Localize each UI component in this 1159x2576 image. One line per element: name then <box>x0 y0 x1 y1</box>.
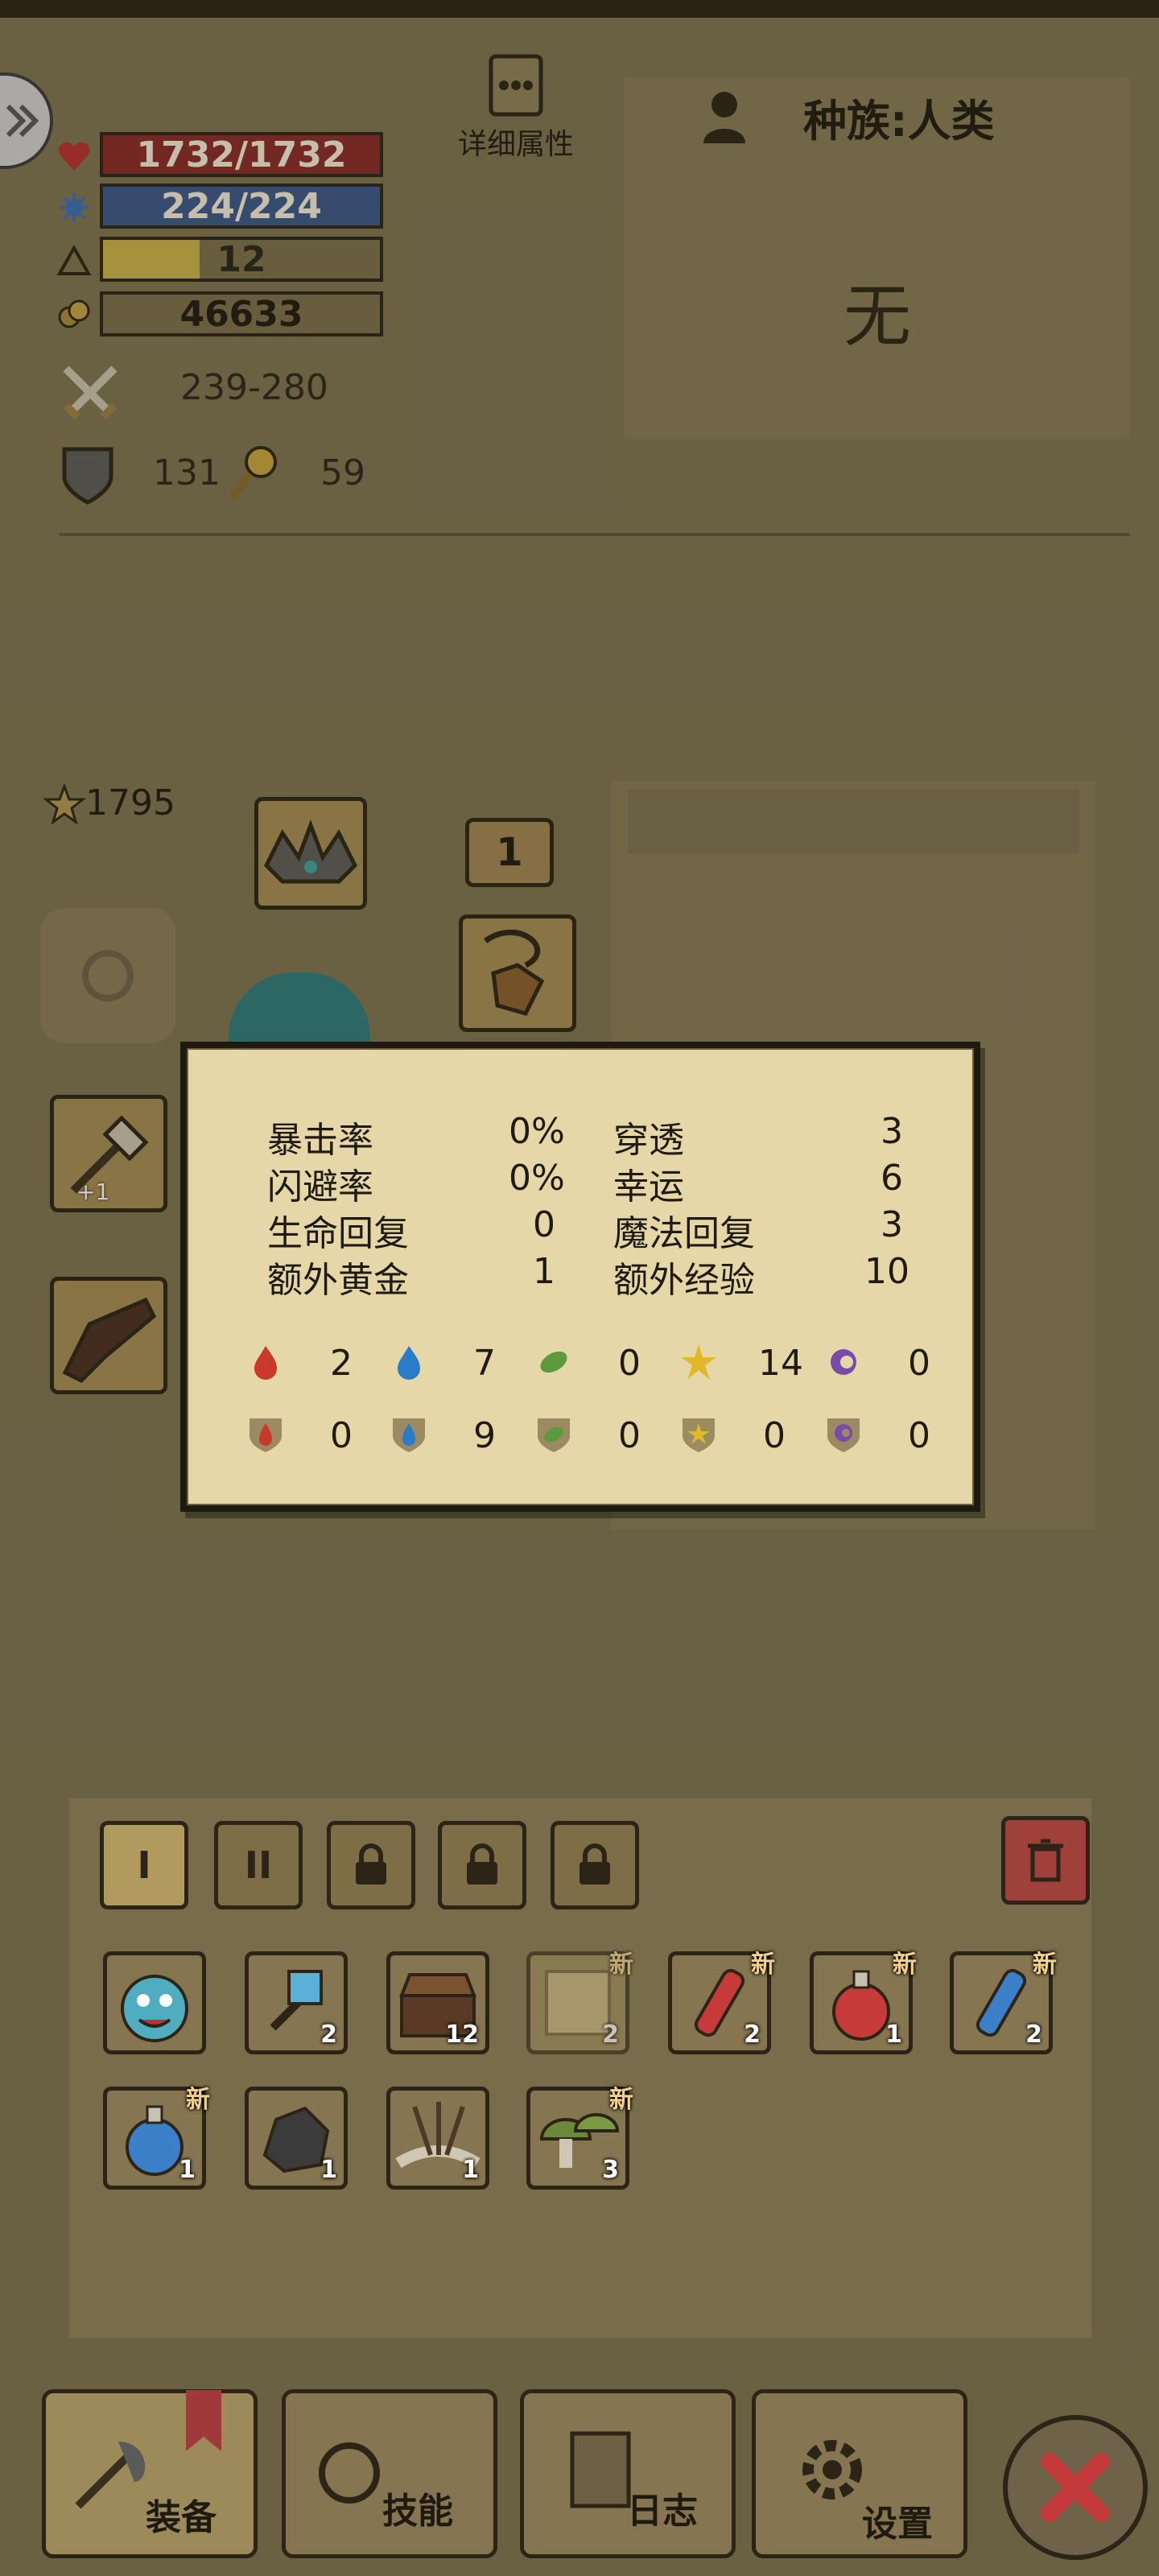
loadout-tab-1-label: I <box>137 1843 151 1887</box>
water-attack-icon <box>398 1346 420 1380</box>
loadout-tab-1[interactable]: I <box>100 1821 188 1909</box>
dark-resist-icon <box>827 1418 860 1452</box>
lock-icon <box>356 1843 386 1885</box>
tab-equipment[interactable]: 装备 <box>42 2389 258 2558</box>
qty: 1 <box>885 2021 902 2049</box>
inventory-item-red-flask[interactable]: 新 1 <box>810 1951 917 2054</box>
popup-row-4-label-a: 额外黄金 <box>267 1260 409 1301</box>
new-badge: 新 <box>186 2086 210 2114</box>
details-popup: 暴击率 0% 穿透 3 闪避率 0% 幸运 6 生命回复 0 魔法回复 3 额外… <box>180 1042 980 1512</box>
tab-skills[interactable]: 技能 <box>282 2389 497 2558</box>
tab-settings-label: 设置 <box>862 2504 933 2545</box>
popup-row-1-value-a: 0% <box>509 1111 565 1152</box>
water-resist-value: 9 <box>473 1415 496 1456</box>
close-icon <box>1041 2453 1110 2522</box>
fire-resist-icon <box>250 1418 282 1452</box>
leaf-attack-icon <box>540 1351 567 1373</box>
inventory-item-chest[interactable]: 12 <box>386 1951 489 2054</box>
loadout-tab-locked-4[interactable] <box>438 1821 526 1909</box>
inventory-item-blue-flask[interactable]: 新 1 <box>103 2086 210 2190</box>
tab-settings[interactable]: 设置 <box>752 2389 967 2558</box>
skills-icon <box>319 2442 380 2504</box>
loadout-tab-2[interactable]: II <box>214 1821 303 1909</box>
popup-row-4-label-b: 额外经验 <box>613 1260 755 1301</box>
popup-row-4-value-a: 1 <box>533 1251 555 1292</box>
tab-log[interactable]: 日志 <box>520 2389 736 2558</box>
popup-row-3-value-b: 3 <box>881 1204 903 1245</box>
leaf-attack-value: 0 <box>618 1343 641 1384</box>
fire-attack-value: 2 <box>330 1343 353 1384</box>
fire-resist-value: 0 <box>330 1415 353 1456</box>
popup-row-4-value-b: 10 <box>864 1251 909 1292</box>
lightning-attack-value: 14 <box>758 1343 803 1384</box>
qty: 1 <box>179 2156 196 2184</box>
inventory-item-thorns[interactable]: 1 <box>386 2087 489 2190</box>
qty: 2 <box>320 2021 337 2049</box>
lock-icon <box>580 1843 610 1885</box>
new-badge: 新 <box>1033 1951 1057 1979</box>
trash-icon <box>1028 1839 1063 1882</box>
qty: 12 <box>445 2021 479 2049</box>
popup-row-3-value-a: 0 <box>533 1204 555 1245</box>
popup-row-1-label-b: 穿透 <box>613 1120 684 1161</box>
water-resist-icon <box>393 1418 425 1452</box>
dark-attack-value: 0 <box>908 1343 930 1384</box>
tab-equipment-label: 装备 <box>146 2497 217 2538</box>
loadout-tab-2-label: II <box>244 1843 273 1887</box>
popup-row-2-label-a: 闪避率 <box>267 1166 373 1208</box>
dark-resist-value: 0 <box>908 1415 930 1456</box>
inventory-item-blue-tube[interactable]: 新 2 <box>950 1951 1057 2054</box>
loadout-tab-locked-3[interactable] <box>327 1821 415 1909</box>
lock-icon <box>467 1843 497 1885</box>
trash-button[interactable] <box>1001 1816 1090 1905</box>
dark-attack-icon <box>831 1349 856 1375</box>
inventory-item-hammer[interactable]: 2 <box>245 1951 348 2054</box>
popup-row-3-label-b: 魔法回复 <box>613 1213 755 1254</box>
lightning-resist-value: 0 <box>763 1415 786 1456</box>
leaf-resist-icon <box>538 1418 570 1452</box>
inventory-item-slime[interactable] <box>103 1951 206 2054</box>
popup-row-3-label-a: 生命回复 <box>267 1213 409 1254</box>
fire-attack-icon <box>254 1346 277 1380</box>
inventory-item-ore[interactable]: 1 <box>245 2087 348 2190</box>
inventory-item-red-tube[interactable]: 新 2 <box>668 1951 775 2054</box>
inventory-item-mushroom[interactable]: 新 3 <box>526 2086 633 2190</box>
water-attack-value: 7 <box>473 1343 496 1384</box>
qty: 2 <box>744 2021 761 2049</box>
blue-slime-icon <box>121 1975 188 2042</box>
lightning-resist-icon <box>683 1418 715 1452</box>
axe-icon <box>75 2442 146 2509</box>
lightning-attack-icon <box>681 1344 716 1380</box>
qty: 1 <box>462 2156 479 2184</box>
popup-row-2-value-a: 0% <box>509 1158 565 1199</box>
tab-log-label: 日志 <box>627 2491 698 2532</box>
qty: 2 <box>602 2021 619 2049</box>
new-badge: 新 <box>751 1951 775 1979</box>
qty: 1 <box>320 2156 337 2184</box>
leaf-resist-value: 0 <box>618 1415 641 1456</box>
popup-row-1-label-a: 暴击率 <box>267 1120 373 1161</box>
new-badge: 新 <box>609 1951 633 1979</box>
close-button[interactable] <box>1003 2415 1148 2560</box>
popup-row-2-value-b: 6 <box>881 1158 903 1199</box>
inventory-item-map[interactable]: 新 2 <box>526 1951 633 2054</box>
new-badge: 新 <box>893 1951 917 1979</box>
new-badge: 新 <box>609 2086 633 2114</box>
qty: 2 <box>1025 2021 1042 2049</box>
tab-skills-label: 技能 <box>382 2491 453 2532</box>
popup-row-1-value-b: 3 <box>881 1111 903 1152</box>
popup-row-2-label-b: 幸运 <box>613 1166 684 1208</box>
qty: 3 <box>602 2156 619 2184</box>
bookmark-icon <box>186 2390 221 2451</box>
loadout-tab-locked-5[interactable] <box>551 1821 639 1909</box>
